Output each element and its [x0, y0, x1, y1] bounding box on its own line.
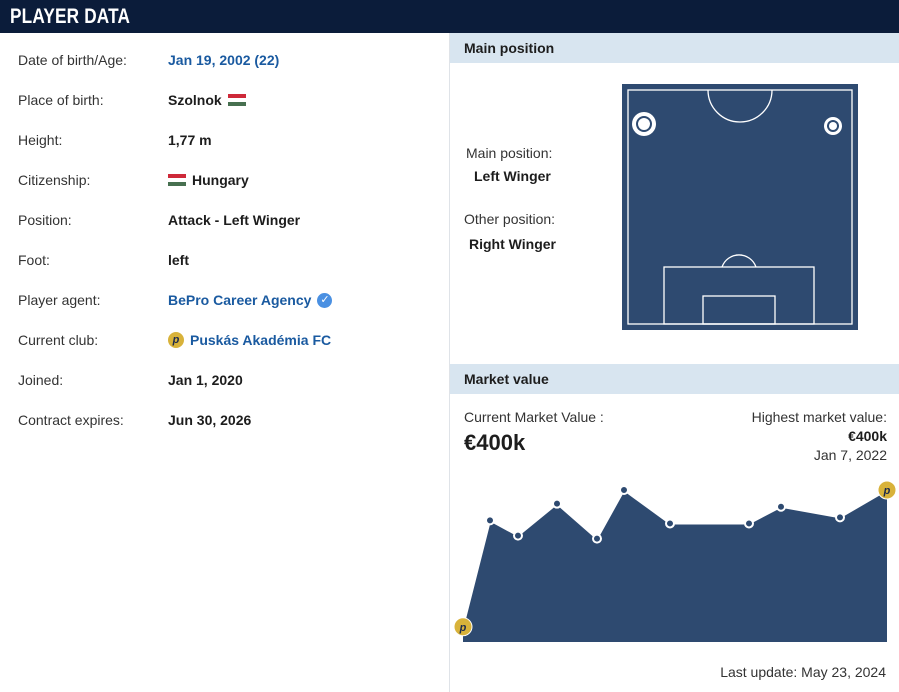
current-market-value-label: Current Market Value :: [464, 409, 604, 425]
main-position-heading: Main position: [464, 40, 555, 56]
detail-value-text: 1,77 m: [168, 132, 212, 148]
other-position-value: Right Winger: [469, 236, 556, 252]
detail-value: Attack - Left Winger: [168, 212, 300, 228]
detail-value-text: Jun 30, 2026: [168, 412, 252, 428]
club-logo-icon[interactable]: p: [168, 332, 184, 348]
detail-label: Joined:: [18, 372, 64, 388]
detail-row: Player agent: BePro Career Agency ✓: [18, 292, 438, 332]
market-value-point[interactable]: [552, 498, 562, 509]
detail-row: Foot: left: [18, 252, 438, 292]
detail-value: left: [168, 252, 189, 268]
club-logo-point[interactable]: p: [877, 480, 897, 500]
detail-value-text: Jan 1, 2020: [168, 372, 243, 388]
last-update: Last update: May 23, 2024: [720, 664, 886, 680]
market-value-area: [463, 490, 887, 642]
market-value-header: Market value: [450, 364, 899, 394]
detail-value-text[interactable]: BePro Career Agency: [168, 292, 311, 308]
detail-value-text: Szolnok: [168, 92, 222, 108]
market-value-point[interactable]: [665, 518, 675, 529]
detail-value-text[interactable]: Jan 19, 2002 (22): [168, 52, 279, 68]
detail-row: Current club: p Puskás Akadémia FC: [18, 332, 438, 372]
detail-value: Jun 30, 2026: [168, 412, 251, 428]
other-position-label: Other position:: [464, 211, 556, 227]
detail-label: Foot:: [18, 252, 50, 268]
header-title: PLAYER DATA: [10, 5, 131, 28]
detail-value[interactable]: p Puskás Akadémia FC: [168, 332, 331, 348]
detail-label: Date of birth/Age:: [18, 52, 127, 68]
main-position-label: Main position:: [466, 145, 553, 161]
detail-value[interactable]: BePro Career Agency ✓: [168, 292, 333, 308]
detail-row: Contract expires: Jun 30, 2026: [18, 412, 438, 452]
detail-value-text: left: [168, 252, 189, 268]
main-position-header: Main position: [450, 33, 899, 63]
detail-value-text: Hungary: [192, 172, 249, 188]
detail-value: Szolnok: [168, 92, 246, 108]
hungary-flag-icon: [168, 174, 186, 186]
market-value-point[interactable]: [592, 533, 602, 544]
position-pitch: [622, 84, 858, 330]
detail-value-text[interactable]: Puskás Akadémia FC: [190, 332, 331, 348]
player-data-header: PLAYER DATA: [0, 0, 899, 33]
market-value-chart[interactable]: pp: [450, 470, 899, 660]
detail-label: Position:: [18, 212, 72, 228]
detail-label: Citizenship:: [18, 172, 91, 188]
detail-row: Place of birth: Szolnok: [18, 92, 438, 132]
detail-label: Place of birth:: [18, 92, 104, 108]
market-value-point[interactable]: [776, 501, 786, 512]
main-position-value: Left Winger: [474, 168, 551, 184]
verified-icon: ✓: [317, 292, 333, 308]
detail-value: 1,77 m: [168, 132, 212, 148]
main-position-marker: [632, 112, 656, 136]
detail-row: Joined: Jan 1, 2020: [18, 372, 438, 412]
hungary-flag-icon: [227, 94, 246, 106]
club-logo-point[interactable]: p: [453, 617, 473, 637]
highest-market-value-date: Jan 7, 2022: [813, 447, 887, 463]
detail-label: Player agent:: [18, 292, 101, 308]
player-details-panel: Date of birth/Age: Jan 19, 2002 (22) Place…: [0, 33, 449, 692]
other-position-marker: [824, 117, 842, 135]
highest-market-value-label: Highest market value:: [751, 409, 887, 425]
detail-row: Citizenship: Hungary: [18, 172, 438, 212]
market-value-point[interactable]: [513, 530, 523, 541]
detail-label: Contract expires:: [18, 412, 124, 428]
detail-label: Current club:: [18, 332, 99, 348]
market-value-point[interactable]: [835, 512, 845, 523]
highest-market-value: €400k: [848, 428, 887, 444]
market-value-heading: Market value: [464, 371, 549, 387]
current-market-value: €400k: [464, 430, 526, 455]
detail-value[interactable]: Jan 19, 2002 (22): [168, 52, 279, 68]
detail-value: Jan 1, 2020: [168, 372, 243, 388]
detail-label: Height:: [18, 132, 63, 148]
market-value-point[interactable]: [744, 518, 754, 529]
detail-value: Hungary: [168, 172, 249, 188]
detail-value-text: Attack - Left Winger: [168, 212, 301, 228]
detail-row: Position: Attack - Left Winger: [18, 212, 438, 252]
svg-text:p: p: [883, 485, 891, 497]
detail-row: Height: 1,77 m: [18, 132, 438, 172]
market-value-point[interactable]: [619, 485, 629, 495]
svg-text:p: p: [459, 622, 467, 634]
market-value-point[interactable]: [485, 515, 495, 526]
detail-row: Date of birth/Age: Jan 19, 2002 (22): [18, 52, 438, 92]
